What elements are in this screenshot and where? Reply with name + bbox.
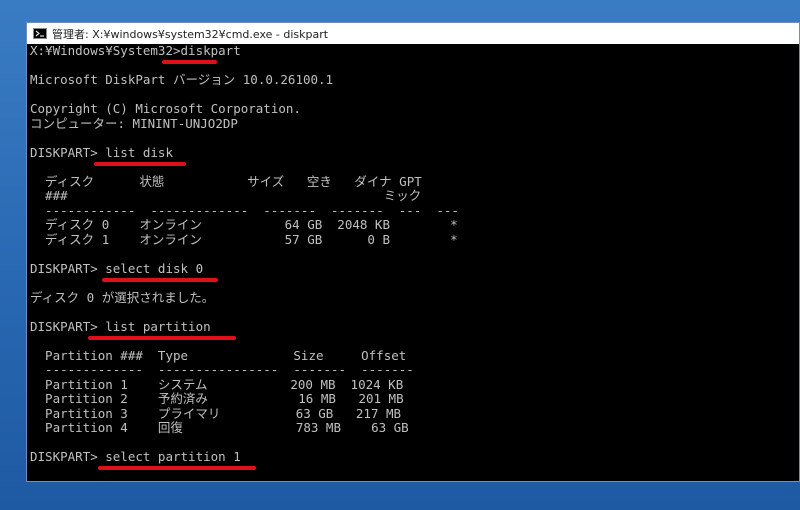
console-line: Partition 4 回復 783 MB 63 GB — [30, 420, 409, 435]
console-line: DISKPART> list disk — [30, 144, 173, 160]
console-line: ディスク 0 が選択されました。 — [30, 289, 215, 305]
console-line: ディスク 0 オンライン 64 GB 2048 KB * — [30, 217, 458, 232]
console-line: Microsoft DiskPart バージョン 10.0.26100.1 — [30, 72, 334, 87]
console-line: ディスク 1 オンライン 57 GB 0 B * — [30, 231, 458, 247]
cmd-window[interactable]: 管理者: X:¥windows¥system32¥cmd.exe - diskp… — [26, 22, 800, 482]
command-highlight-mark — [102, 278, 218, 282]
console-line: Partition 2 予約済み 16 MB 201 MB — [30, 391, 404, 406]
console-line: DISKPART> select disk 0 — [30, 260, 204, 276]
console-line: DISKPART> select partition 1 — [30, 449, 241, 464]
title-bar[interactable]: 管理者: X:¥windows¥system32¥cmd.exe - diskp… — [27, 23, 799, 44]
command-highlight-mark — [94, 162, 186, 166]
console-output[interactable]: X:¥Windows¥System32>diskpart Microsoft D… — [30, 44, 798, 480]
console-line: ### ミック — [30, 188, 422, 203]
command-highlight-mark — [162, 60, 217, 64]
command-highlight-mark — [98, 466, 256, 470]
command-highlight-mark — [88, 336, 236, 340]
console-line: ------------- ---------------- ------- -… — [30, 362, 414, 377]
console-line: DISKPART> list partition — [30, 318, 211, 334]
window-title: 管理者: X:¥windows¥system32¥cmd.exe - diskp… — [52, 27, 329, 41]
cmd-icon — [33, 28, 47, 39]
desktop-background: 管理者: X:¥windows¥system32¥cmd.exe - diskp… — [0, 0, 800, 510]
console-line: X:¥Windows¥System32>diskpart — [30, 44, 241, 58]
console-line: コンピューター: MININT-UNJO2DP — [30, 115, 238, 131]
console-line: Copyright (C) Microsoft Corporation. — [30, 101, 301, 116]
